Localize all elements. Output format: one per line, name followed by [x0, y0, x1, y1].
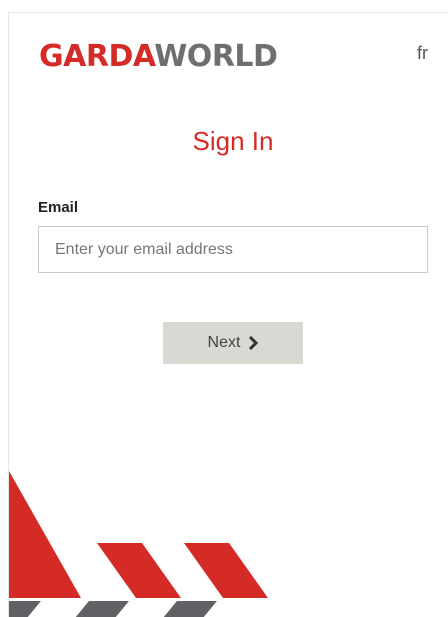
chevron-right-icon — [249, 336, 259, 350]
red-stripe-large — [9, 471, 81, 598]
gardaworld-logo: GARDAWORLD — [39, 39, 278, 75]
next-button-label: Next — [207, 334, 241, 351]
email-label: Email — [38, 199, 79, 216]
gray-stripe-3 — [163, 601, 217, 617]
next-button[interactable]: Next — [163, 322, 303, 364]
logo-world-text: WORLD — [154, 39, 278, 74]
gray-stripe-2 — [75, 601, 129, 617]
language-switch-link[interactable]: fr — [417, 43, 428, 64]
gray-stripe-1 — [9, 601, 41, 617]
red-stripe-right — [184, 543, 268, 598]
page-title: Sign In — [192, 126, 274, 156]
brand-stripes-decoration — [9, 471, 268, 617]
login-panel: GARDAWORLD fr Sign In Email Next — [8, 12, 448, 617]
red-stripe-middle — [97, 543, 181, 598]
logo-garda-text: GARDA — [39, 39, 155, 74]
email-input[interactable] — [38, 226, 428, 273]
